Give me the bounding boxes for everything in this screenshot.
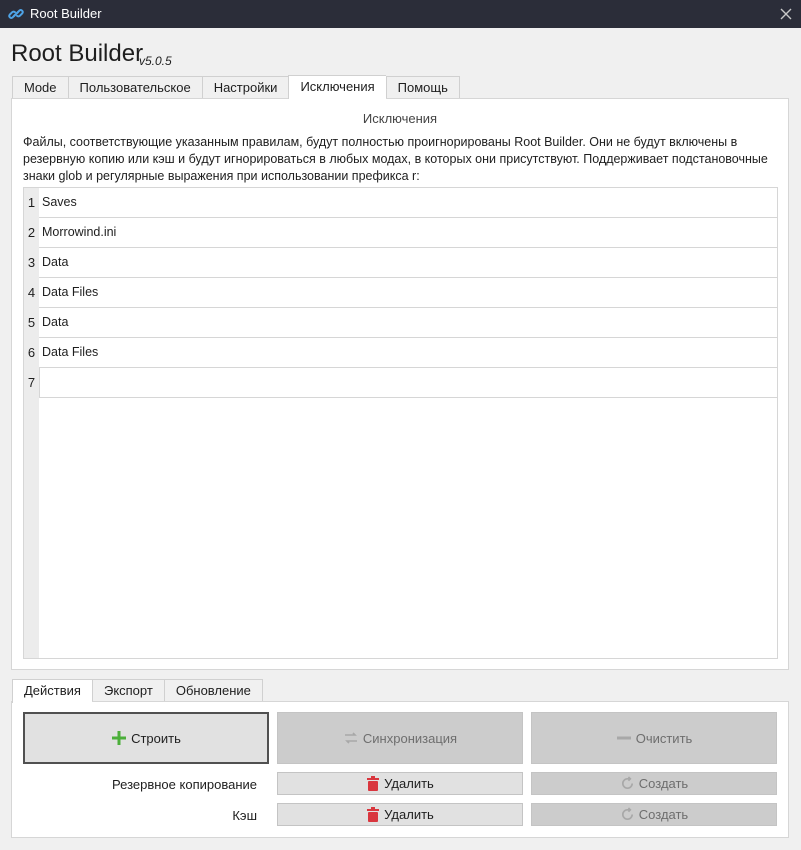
tab-mode[interactable]: Mode bbox=[12, 76, 68, 99]
line-text[interactable]: Saves bbox=[39, 188, 777, 218]
backup-delete-label: Удалить bbox=[384, 776, 434, 791]
tab-update[interactable]: Обновление bbox=[163, 679, 263, 702]
build-label: Строить bbox=[131, 730, 181, 746]
cache-delete-button[interactable]: Удалить bbox=[277, 803, 523, 826]
line-number: 5 bbox=[27, 315, 36, 330]
app-version: v5.0.5 bbox=[139, 54, 172, 68]
line-text[interactable]: Morrowind.ini bbox=[39, 218, 777, 248]
exclusions-panel: Исключения Файлы, соответствующие указан… bbox=[11, 98, 789, 670]
exclusions-editor[interactable]: 1 Saves 2 Morrowind.ini 3 Data 4 Data Fi… bbox=[23, 187, 778, 659]
line-number: 1 bbox=[27, 195, 36, 210]
trash-icon bbox=[367, 776, 380, 791]
refresh-icon bbox=[621, 776, 633, 789]
backup-row-label: Резервное копирование bbox=[112, 777, 257, 792]
line-text[interactable]: Data Files bbox=[39, 338, 777, 368]
cache-create-button[interactable]: Создать bbox=[531, 803, 777, 826]
cache-delete-label: Удалить bbox=[384, 807, 434, 822]
editor-line[interactable]: 3 Data bbox=[24, 248, 777, 278]
plus-icon bbox=[112, 731, 127, 745]
window-title: Root Builder bbox=[30, 6, 102, 21]
editor-line[interactable]: 1 Saves bbox=[24, 188, 777, 218]
line-text[interactable] bbox=[39, 368, 777, 398]
editor-line[interactable]: 4 Data Files bbox=[24, 278, 777, 308]
line-number: 3 bbox=[27, 255, 36, 270]
cache-row-label: Кэш bbox=[232, 808, 257, 823]
panel-heading: Исключения bbox=[362, 111, 438, 126]
sync-icon bbox=[344, 732, 357, 744]
tab-help[interactable]: Помощь bbox=[385, 76, 460, 99]
cache-create-label: Создать bbox=[638, 807, 689, 822]
link-icon bbox=[8, 9, 24, 19]
line-number: 4 bbox=[27, 285, 36, 300]
line-number: 7 bbox=[27, 375, 36, 390]
refresh-icon bbox=[621, 807, 633, 820]
line-number: 6 bbox=[27, 345, 36, 360]
sync-label: Синхронизация bbox=[362, 730, 458, 746]
backup-create-button[interactable]: Создать bbox=[531, 772, 777, 795]
editor-line[interactable]: 7 bbox=[24, 368, 777, 398]
bottom-tabs: Действия Экспорт Обновление bbox=[12, 679, 263, 703]
tab-exclusions[interactable]: Исключения bbox=[288, 75, 386, 99]
tab-actions[interactable]: Действия bbox=[12, 679, 92, 703]
tab-custom[interactable]: Пользовательское bbox=[67, 76, 202, 99]
line-number: 2 bbox=[27, 225, 36, 240]
close-icon[interactable] bbox=[777, 5, 795, 23]
line-text[interactable]: Data bbox=[39, 248, 777, 278]
title-bar: Root Builder bbox=[0, 0, 801, 28]
tab-settings[interactable]: Настройки bbox=[201, 76, 289, 99]
minus-icon bbox=[616, 736, 631, 740]
build-button[interactable]: Строить bbox=[23, 712, 269, 764]
clear-label: Очистить bbox=[635, 730, 693, 746]
line-text[interactable]: Data bbox=[39, 308, 777, 338]
backup-create-label: Создать bbox=[638, 776, 689, 791]
main-tabs: Mode Пользовательское Настройки Исключен… bbox=[12, 75, 460, 99]
editor-line[interactable]: 2 Morrowind.ini bbox=[24, 218, 777, 248]
tab-export[interactable]: Экспорт bbox=[91, 679, 164, 702]
editor-line[interactable]: 5 Data bbox=[24, 308, 777, 338]
sync-button[interactable]: Синхронизация bbox=[277, 712, 523, 764]
backup-delete-button[interactable]: Удалить bbox=[277, 772, 523, 795]
app-name: Root Builder bbox=[11, 40, 144, 67]
trash-icon bbox=[367, 807, 380, 822]
panel-description: Файлы, соответствующие указанным правила… bbox=[23, 135, 768, 183]
clear-button[interactable]: Очистить bbox=[531, 712, 777, 764]
editor-line[interactable]: 6 Data Files bbox=[24, 338, 777, 368]
actions-panel: Строить Синхронизация Очистить Резервное… bbox=[11, 701, 789, 838]
line-text[interactable]: Data Files bbox=[39, 278, 777, 308]
